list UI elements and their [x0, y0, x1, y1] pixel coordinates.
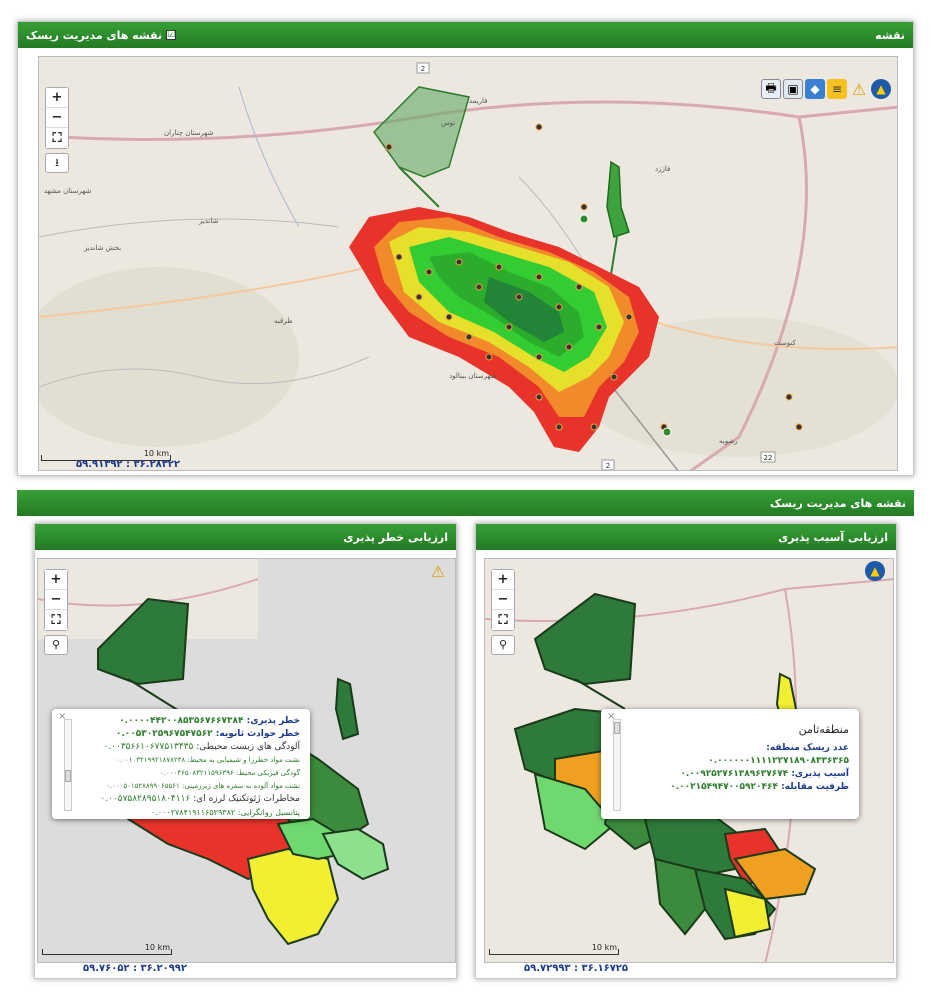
map-label-shandiz: شاندیز [199, 217, 219, 225]
hazard-map-coordinates: ۵۹.۷۶۰۵۲ : ۳۶.۲۰۹۹۲ [83, 963, 188, 974]
road-shield: 2 [421, 65, 425, 73]
vulnerability-popup-scrollbar[interactable] [613, 719, 621, 811]
main-map-zoom-control: + − ⛶ [45, 87, 69, 149]
map-label-kenvest: کنوست [774, 339, 796, 347]
vulnerability-zoom-in-button[interactable]: + [492, 570, 514, 590]
zoom-out-button[interactable]: − [46, 108, 68, 128]
hazard-zoom-in-button[interactable]: + [45, 570, 67, 590]
hazard-zoom-out-button[interactable]: − [45, 590, 67, 610]
vulnerability-map[interactable]: + − ⛶ ⚲ ▲ × منطقه‌ثامن عدد ریسک منطقه: ۰… [484, 558, 894, 963]
map-label-mashhad-county: شهرستان مشهد [44, 187, 92, 195]
map-tool-icons: 🖶 ▣ ◆ ≡ ⚠ ▲ [761, 79, 891, 99]
vulnerability-popup-title: منطقه‌ثامن [798, 723, 849, 736]
hazard-assessment-panel: ارزیابی خطر پذیری + − ⛶ ⚲ ⚠ × خطر پذیری:… [34, 523, 457, 979]
hazard-badge-icon[interactable]: ▲ [871, 79, 891, 99]
map-label-tus: توس [441, 119, 456, 127]
top-panel-title-right: نقشه [875, 28, 905, 42]
vulnerability-popup-row: آسیب پذیری: ۰.۰۰۹۲۵۲۷۶۱۳۸۹۶۳۷۶۷۴ [680, 769, 849, 779]
hazard-panel-title: ارزیابی خطر پذیری [343, 530, 448, 544]
hazard-locate-button[interactable]: ⚲ [44, 635, 68, 655]
vulnerability-zoom-out-button[interactable]: − [492, 590, 514, 610]
map-label-chenaran: شهرستان چناران [164, 129, 214, 137]
layers-checkbox[interactable]: ☑ [166, 30, 177, 40]
hazard-map-scale-bar: 10 km [42, 943, 172, 955]
svg-text:22: 22 [764, 454, 773, 462]
zoom-in-button[interactable]: + [46, 88, 68, 108]
hazard-panel-header: ارزیابی خطر پذیری [35, 524, 456, 550]
hazard-map-zoom-control: + − ⛶ [44, 569, 68, 631]
download-button[interactable]: ⭳ [45, 153, 69, 173]
vulnerability-popup-row: ۰.۰۰۰۰۰۰۱۱۱۱۲۲۷۱۸۹۰۸۳۳۶۳۶۵ [708, 756, 849, 766]
risk-maps-section-title: نقشه های مدیریت ریسک [769, 496, 906, 510]
hazard-info-popup: × خطر پذیری: ۰.۰۰۰۰۴۴۲۰۰۸۵۳۵۶۷۶۶۷۳۸۴ خطر… [52, 709, 310, 819]
hazard-warning-icon[interactable]: ⚠ [428, 561, 448, 581]
vulnerability-info-popup: × منطقه‌ثامن عدد ریسک منطقه: ۰.۰۰۰۰۰۰۱۱۱… [601, 709, 859, 819]
main-map-coordinates: ۵۹.۹۱۳۹۲ : ۳۶.۲۸۳۲۲ [76, 459, 181, 470]
hazard-popup-row: پتانسیل روانگرایی: ۰.۰۰۰۲۷۸۴۱۹۱۱۶۵۲۹۳۸۲ [150, 808, 300, 817]
hazard-popup-scrollbar[interactable] [64, 719, 72, 811]
hazard-popup-row: آلودگی های زیست محیطی: ۰.۰۰۳۵۶۶۱۰۶۷۷۵۱۳۴… [103, 742, 300, 752]
hazard-popup-row: نشت مواد آلوده به سفره های زیرزمینی: ۰.۰… [106, 782, 300, 790]
main-risk-map[interactable]: 2 2 22 توس فاریمد فاززد شاندیز طرقبه کنو… [38, 56, 898, 471]
hazard-popup-row: نشت مواد خطرزا و شیمیایی به محیط: ۰.۰۰۱۰… [115, 756, 300, 764]
fullscreen-button[interactable]: ⛶ [46, 128, 68, 148]
layers-stack-icon[interactable]: ≡ [827, 79, 847, 99]
vulnerability-scale-label: 10 km [591, 943, 617, 952]
vulnerability-popup-row: ظرفیت مقابله: ۰.۰۰۲۱۵۴۹۴۷۰۰۵۹۲۰۴۶۴ [670, 782, 849, 792]
hazard-fullscreen-button[interactable]: ⛶ [45, 610, 67, 630]
risk-maps-section-header: نقشه های مدیریت ریسک [17, 490, 914, 516]
scale-label: 10 km [143, 449, 169, 458]
map-label-razavieh: رضویه [719, 437, 738, 445]
hazard-map[interactable]: + − ⛶ ⚲ ⚠ × خطر پذیری: ۰.۰۰۰۰۴۴۲۰۰۸۵۳۵۶۷… [37, 558, 456, 963]
hazard-popup-row: خطر حوادث ثانویه: ۰.۰۰۵۳۰۲۵۹۶۷۵۴۷۵۶۲ [115, 729, 300, 739]
vulnerability-popup-row: عدد ریسک منطقه: [766, 743, 849, 753]
vulnerability-panel-header: ارزیابی آسیب پذیری [476, 524, 896, 550]
map-label-fazzd: فاززد [655, 165, 671, 173]
vulnerability-panel-title: ارزیابی آسیب پذیری [778, 530, 888, 544]
region-map-icon[interactable]: ◆ [805, 79, 825, 99]
svg-text:2: 2 [606, 462, 610, 470]
hazard-popup-row: مخاطرات ژئوتکنیک لرزه ای: ۰.۰۰۵۷۵۸۲۸۹۵۱۸… [100, 794, 300, 804]
map-label-torqabeh: طرقبه [274, 317, 293, 325]
box-icon[interactable]: ▣ [783, 79, 803, 99]
map-label-farimad: فاریمد [469, 97, 488, 105]
print-icon[interactable]: 🖶 [761, 79, 781, 99]
vulnerability-map-scale-bar: 10 km [489, 943, 619, 955]
map-label-bakhsh-shandiz: بخش شاندیز [84, 244, 122, 252]
top-panel-title-left: نقشه های مدیریت ریسک [26, 28, 163, 42]
vulnerability-map-zoom-control: + − ⛶ [491, 569, 515, 631]
vulnerability-assessment-panel: ارزیابی آسیب پذیری + − ⛶ ⚲ ▲ [475, 523, 897, 979]
vulnerability-map-coordinates: ۵۹.۷۲۹۹۳ : ۳۶.۱۶۷۲۵ [524, 963, 629, 974]
vulnerability-fullscreen-button[interactable]: ⛶ [492, 610, 514, 630]
map-label-binalood: شهرستان بینالود [449, 372, 497, 380]
top-panel-header: نقشه ☑ نقشه های مدیریت ریسک [18, 22, 913, 48]
main-map-graphic: 2 2 22 [39, 57, 897, 470]
hazard-popup-row: گودگی فیزیکی محیط: ۰.۰۰۰۴۶۵۰۸۳۲۱۱۵۹۶۳۹۶ [160, 769, 300, 777]
top-map-panel: نقشه ☑ نقشه های مدیریت ریسک 2 2 22 توس ف… [17, 21, 914, 476]
top-panel-title-left-group: ☑ نقشه های مدیریت ریسک [26, 28, 177, 42]
vulnerability-locate-button[interactable]: ⚲ [491, 635, 515, 655]
hazard-popup-row: خطر پذیری: ۰.۰۰۰۰۴۴۲۰۰۸۵۳۵۶۷۶۶۷۳۸۴ [119, 716, 300, 726]
warning-icon[interactable]: ⚠ [849, 79, 869, 99]
vulnerability-hazard-badge-icon[interactable]: ▲ [865, 561, 885, 581]
hazard-popup-content: خطر پذیری: ۰.۰۰۰۰۴۴۲۰۰۸۵۳۵۶۷۶۶۷۳۸۴ خطر ح… [76, 715, 306, 819]
hazard-scale-label: 10 km [144, 943, 170, 952]
vulnerability-popup-content: منطقه‌ثامن عدد ریسک منطقه: ۰.۰۰۰۰۰۰۱۱۱۱۲… [625, 723, 855, 794]
